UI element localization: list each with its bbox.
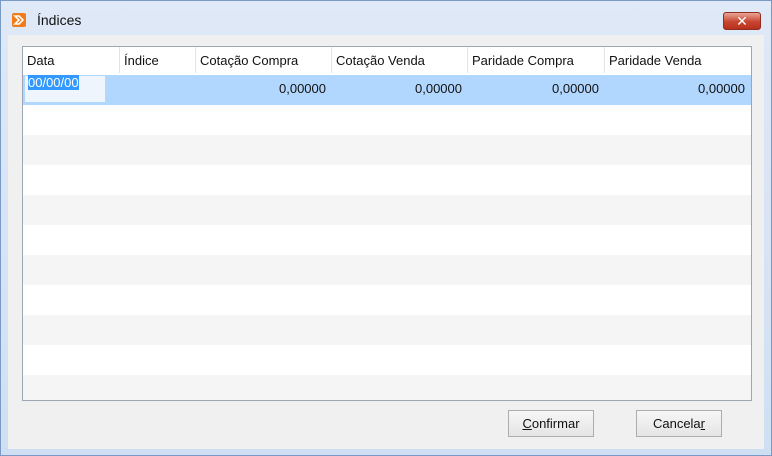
cotacao-venda-cell[interactable]: 0,00000 xyxy=(332,75,468,105)
app-logo-icon xyxy=(12,13,26,27)
empty-row xyxy=(23,315,751,345)
table-row[interactable]: 00/00/00 0,00000 0,00000 0,00000 0,00000 xyxy=(23,75,751,105)
empty-row xyxy=(23,345,751,375)
empty-row xyxy=(23,375,751,400)
cancel-accelerator: r xyxy=(700,416,706,431)
confirm-button[interactable]: Confirmar xyxy=(508,410,594,437)
empty-row xyxy=(23,225,751,255)
close-icon: ✕ xyxy=(736,13,748,29)
empty-row xyxy=(23,255,751,285)
date-field[interactable]: 00/00/00 xyxy=(25,75,105,102)
dialog-body: Data Índice Cotação Compra Cotação Venda… xyxy=(8,35,764,449)
empty-row xyxy=(23,135,751,165)
title-bar: Índices ✕ xyxy=(1,1,771,35)
grid-header: Data Índice Cotação Compra Cotação Venda… xyxy=(23,47,751,73)
column-header-cotacao-compra[interactable]: Cotação Compra xyxy=(196,47,332,73)
column-header-data[interactable]: Data xyxy=(23,47,120,73)
window-title: Índices xyxy=(37,12,82,28)
column-header-paridade-venda[interactable]: Paridade Venda xyxy=(605,47,751,73)
date-value: 00/00/00 xyxy=(28,75,79,90)
empty-row xyxy=(23,165,751,195)
indice-cell[interactable] xyxy=(120,75,196,105)
column-header-paridade-compra[interactable]: Paridade Compra xyxy=(468,47,605,73)
confirm-accelerator: C xyxy=(522,416,532,431)
confirm-label-end: onfirmar xyxy=(531,416,580,431)
indices-grid[interactable]: Data Índice Cotação Compra Cotação Venda… xyxy=(22,46,752,401)
column-header-indice[interactable]: Índice xyxy=(120,47,196,73)
paridade-venda-cell[interactable]: 0,00000 xyxy=(605,75,751,105)
empty-row xyxy=(23,285,751,315)
indices-dialog: Índices ✕ Data Índice Cotação Compra Cot… xyxy=(0,0,772,456)
cotacao-compra-cell[interactable]: 0,00000 xyxy=(196,75,332,105)
column-header-cotacao-venda[interactable]: Cotação Venda xyxy=(332,47,468,73)
empty-row xyxy=(23,105,751,135)
cancel-button[interactable]: Cancelar xyxy=(636,410,722,437)
cancel-label-start: Cancela xyxy=(652,416,701,431)
close-button[interactable]: ✕ xyxy=(723,12,761,30)
paridade-compra-cell[interactable]: 0,00000 xyxy=(468,75,605,105)
empty-row xyxy=(23,195,751,225)
